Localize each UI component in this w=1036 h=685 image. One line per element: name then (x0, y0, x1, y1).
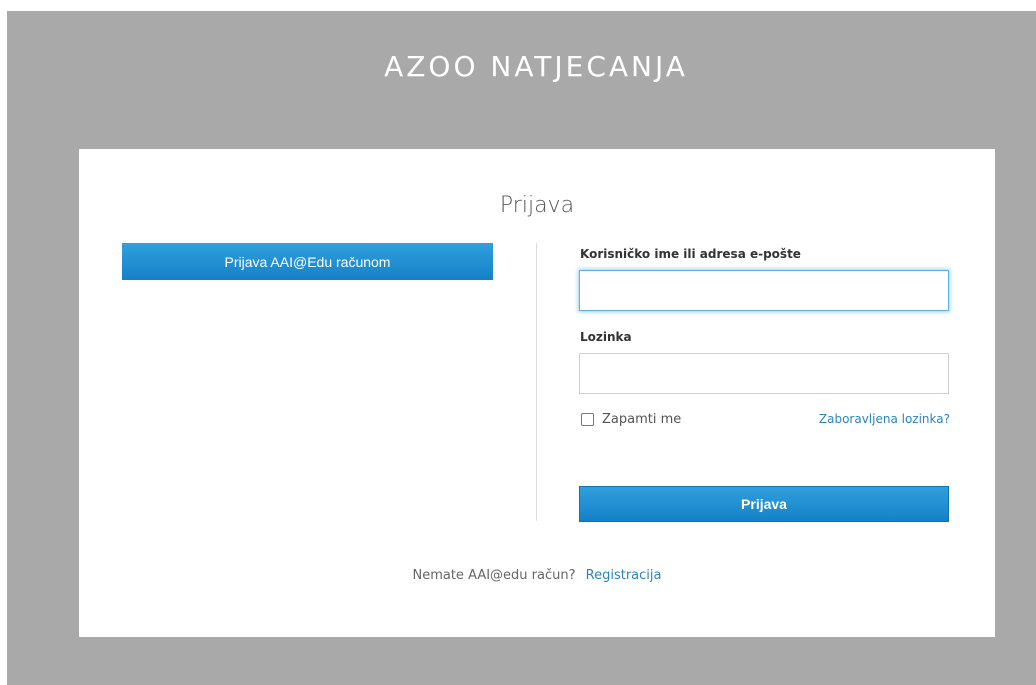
remember-me[interactable]: Zapamti me (581, 412, 681, 427)
register-row: Nemate AAI@edu račun? Registracija (79, 568, 995, 583)
password-label: Lozinka (580, 330, 632, 344)
remember-me-checkbox[interactable] (581, 413, 594, 426)
register-link[interactable]: Registracija (586, 568, 662, 583)
aai-edu-login-button[interactable]: Prijava AAI@Edu računom (122, 243, 493, 280)
password-input[interactable] (579, 353, 949, 394)
forgot-password-link[interactable]: Zaboravljena lozinka? (819, 412, 950, 426)
remember-me-label: Zapamti me (602, 412, 682, 427)
login-card: Prijava Prijava AAI@Edu računom Korisnič… (79, 149, 995, 637)
username-input[interactable] (579, 270, 949, 311)
register-prompt: Nemate AAI@edu račun? (412, 568, 576, 583)
site-title: AZOO NATJECANJA (384, 49, 688, 83)
vertical-divider (536, 243, 537, 521)
login-title: Prijava (499, 193, 575, 218)
username-label: Korisničko ime ili adresa e-pošte (580, 247, 801, 261)
login-submit-button[interactable]: Prijava (579, 486, 949, 522)
